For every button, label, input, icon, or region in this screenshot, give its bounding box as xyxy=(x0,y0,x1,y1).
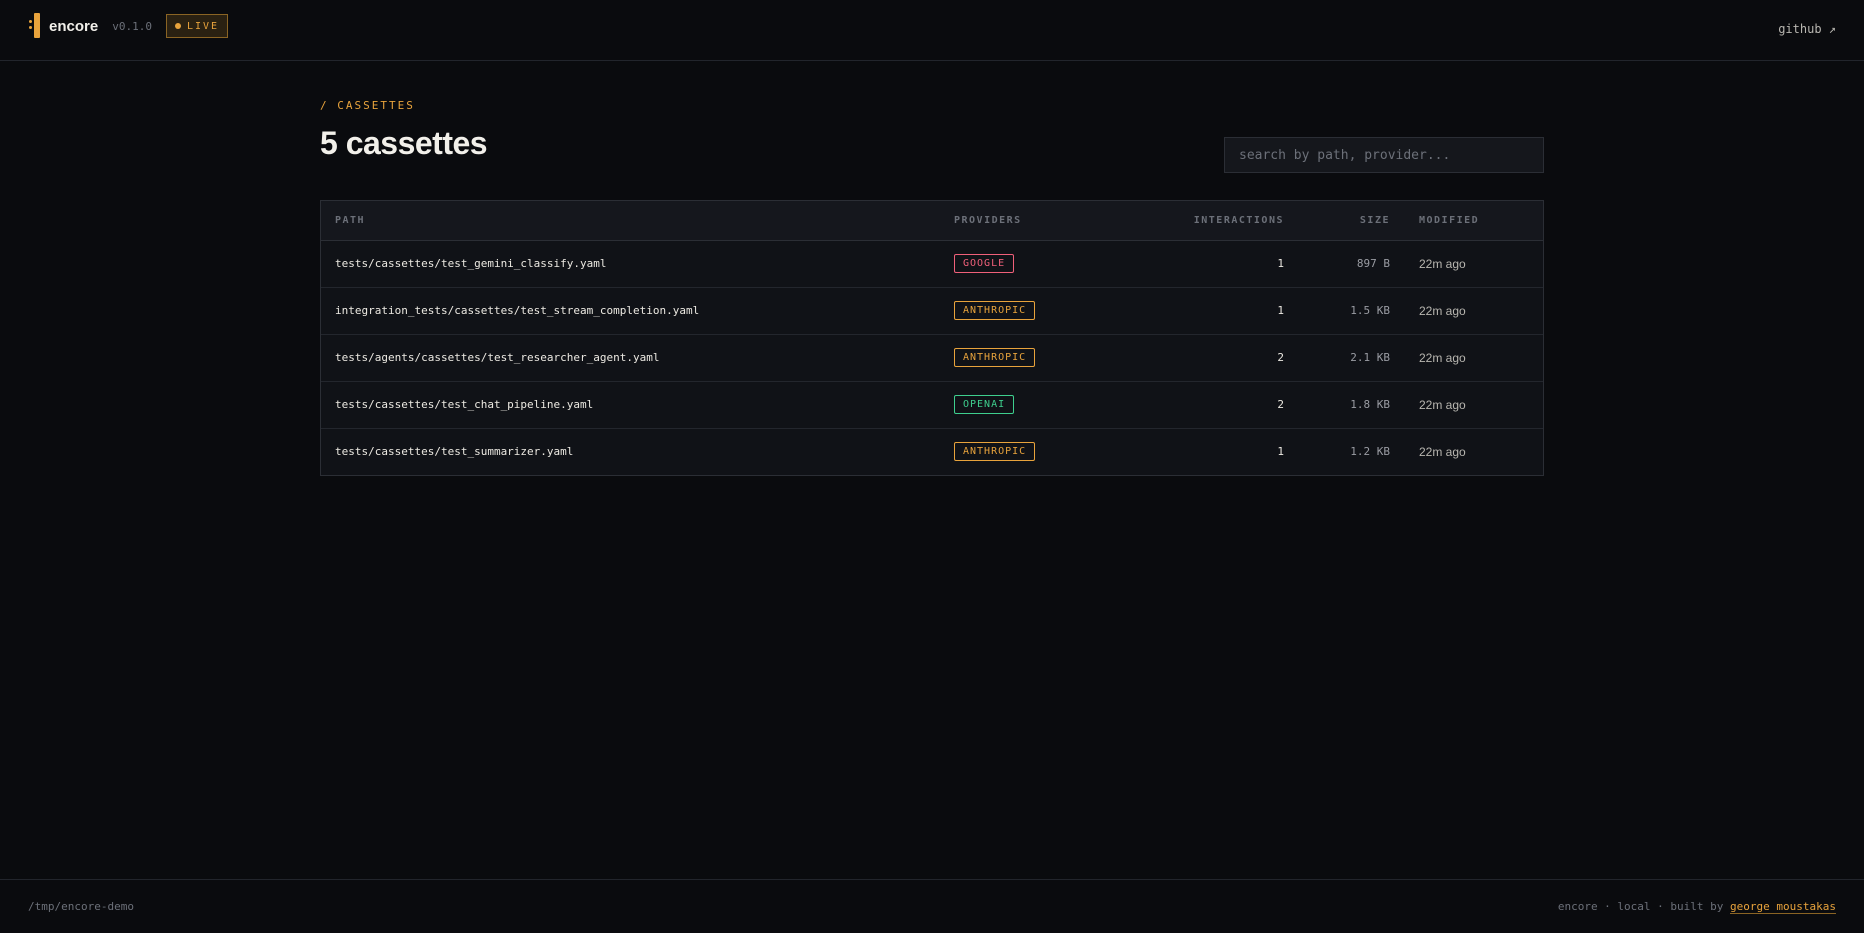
footer-credit-text: encore · local · built by xyxy=(1557,900,1724,913)
interactions-count: 2 xyxy=(1277,398,1284,411)
provider-cell: ANTHROPIC xyxy=(954,348,1036,367)
cassette-path[interactable]: tests/agents/cassettes/test_researcher_a… xyxy=(335,351,660,364)
file-size: 1.5 KB xyxy=(1350,304,1390,317)
provider-cell: OPENAI xyxy=(954,395,1015,414)
file-size: 1.2 KB xyxy=(1350,445,1390,458)
interactions-count: 1 xyxy=(1277,445,1284,458)
provider-badge: GOOGLE xyxy=(954,254,1015,273)
table-row[interactable]: integration_tests/cassettes/test_stream_… xyxy=(321,288,1543,335)
modified-time: 22m ago xyxy=(1419,398,1466,412)
provider-cell: ANTHROPIC xyxy=(954,442,1036,461)
provider-badge: ANTHROPIC xyxy=(954,442,1036,461)
table-header: PATH PROVIDERS INTERACTIONS SIZE MODIFIE… xyxy=(321,201,1543,241)
provider-badge: OPENAI xyxy=(954,395,1015,414)
table-row[interactable]: tests/cassettes/test_chat_pipeline.yaml O… xyxy=(321,382,1543,429)
interactions-count: 1 xyxy=(1277,304,1284,317)
provider-cell: ANTHROPIC xyxy=(954,301,1036,320)
column-header-modified[interactable]: MODIFIED xyxy=(1419,215,1479,226)
provider-badge: ANTHROPIC xyxy=(954,301,1036,320)
cassette-path[interactable]: tests/cassettes/test_summarizer.yaml xyxy=(335,445,573,458)
cassette-path[interactable]: tests/cassettes/test_chat_pipeline.yaml xyxy=(335,398,593,411)
modified-time: 22m ago xyxy=(1419,257,1466,271)
file-size: 1.8 KB xyxy=(1350,398,1390,411)
footer: /tmp/encore-demo encore · local · built … xyxy=(0,879,1864,933)
provider-cell: GOOGLE xyxy=(954,254,1015,273)
file-size: 897 B xyxy=(1356,257,1390,270)
footer-credit: encore · local · built by george moustak… xyxy=(1557,900,1836,914)
column-header-path[interactable]: PATH xyxy=(335,215,365,226)
modified-time: 22m ago xyxy=(1419,445,1466,459)
interactions-count: 2 xyxy=(1277,351,1284,364)
page-title: 5 cassettes xyxy=(320,125,488,161)
cassettes-table: PATH PROVIDERS INTERACTIONS SIZE MODIFIE… xyxy=(320,200,1544,476)
encore-logo-icon xyxy=(28,13,42,39)
table-row[interactable]: tests/cassettes/test_summarizer.yaml ANTH… xyxy=(321,429,1543,475)
table-row[interactable]: tests/cassettes/test_gemini_classify.yam… xyxy=(321,241,1543,288)
live-dot-icon xyxy=(174,23,181,29)
cassette-path[interactable]: integration_tests/cassettes/test_stream_… xyxy=(335,304,699,317)
modified-time: 22m ago xyxy=(1419,304,1466,318)
column-header-providers[interactable]: PROVIDERS xyxy=(954,215,1022,226)
table-row[interactable]: tests/agents/cassettes/test_researcher_a… xyxy=(321,335,1543,382)
top-bar: encore v0.1.0 LIVE github ↗ xyxy=(0,0,1864,61)
version-label: v0.1.0 xyxy=(112,19,152,33)
file-size: 2.1 KB xyxy=(1350,351,1390,364)
modified-time: 22m ago xyxy=(1419,351,1466,365)
live-badge: LIVE xyxy=(165,14,229,38)
github-link[interactable]: github ↗ xyxy=(1778,22,1836,36)
column-header-interactions[interactable]: INTERACTIONS xyxy=(1194,215,1284,226)
column-header-size[interactable]: SIZE xyxy=(1360,215,1390,226)
search-input[interactable] xyxy=(1224,137,1544,173)
interactions-count: 1 xyxy=(1277,257,1284,270)
table-body: tests/cassettes/test_gemini_classify.yam… xyxy=(321,241,1543,475)
breadcrumb: / CASSETTES xyxy=(320,99,415,112)
live-label: LIVE xyxy=(186,20,220,32)
cassette-path[interactable]: tests/cassettes/test_gemini_classify.yam… xyxy=(335,257,607,270)
brand-name: encore xyxy=(49,17,99,35)
brand[interactable]: encore v0.1.0 LIVE xyxy=(28,12,229,40)
footer-path: /tmp/encore-demo xyxy=(28,900,134,913)
author-link[interactable]: george moustakas xyxy=(1730,900,1836,914)
provider-badge: ANTHROPIC xyxy=(954,348,1036,367)
